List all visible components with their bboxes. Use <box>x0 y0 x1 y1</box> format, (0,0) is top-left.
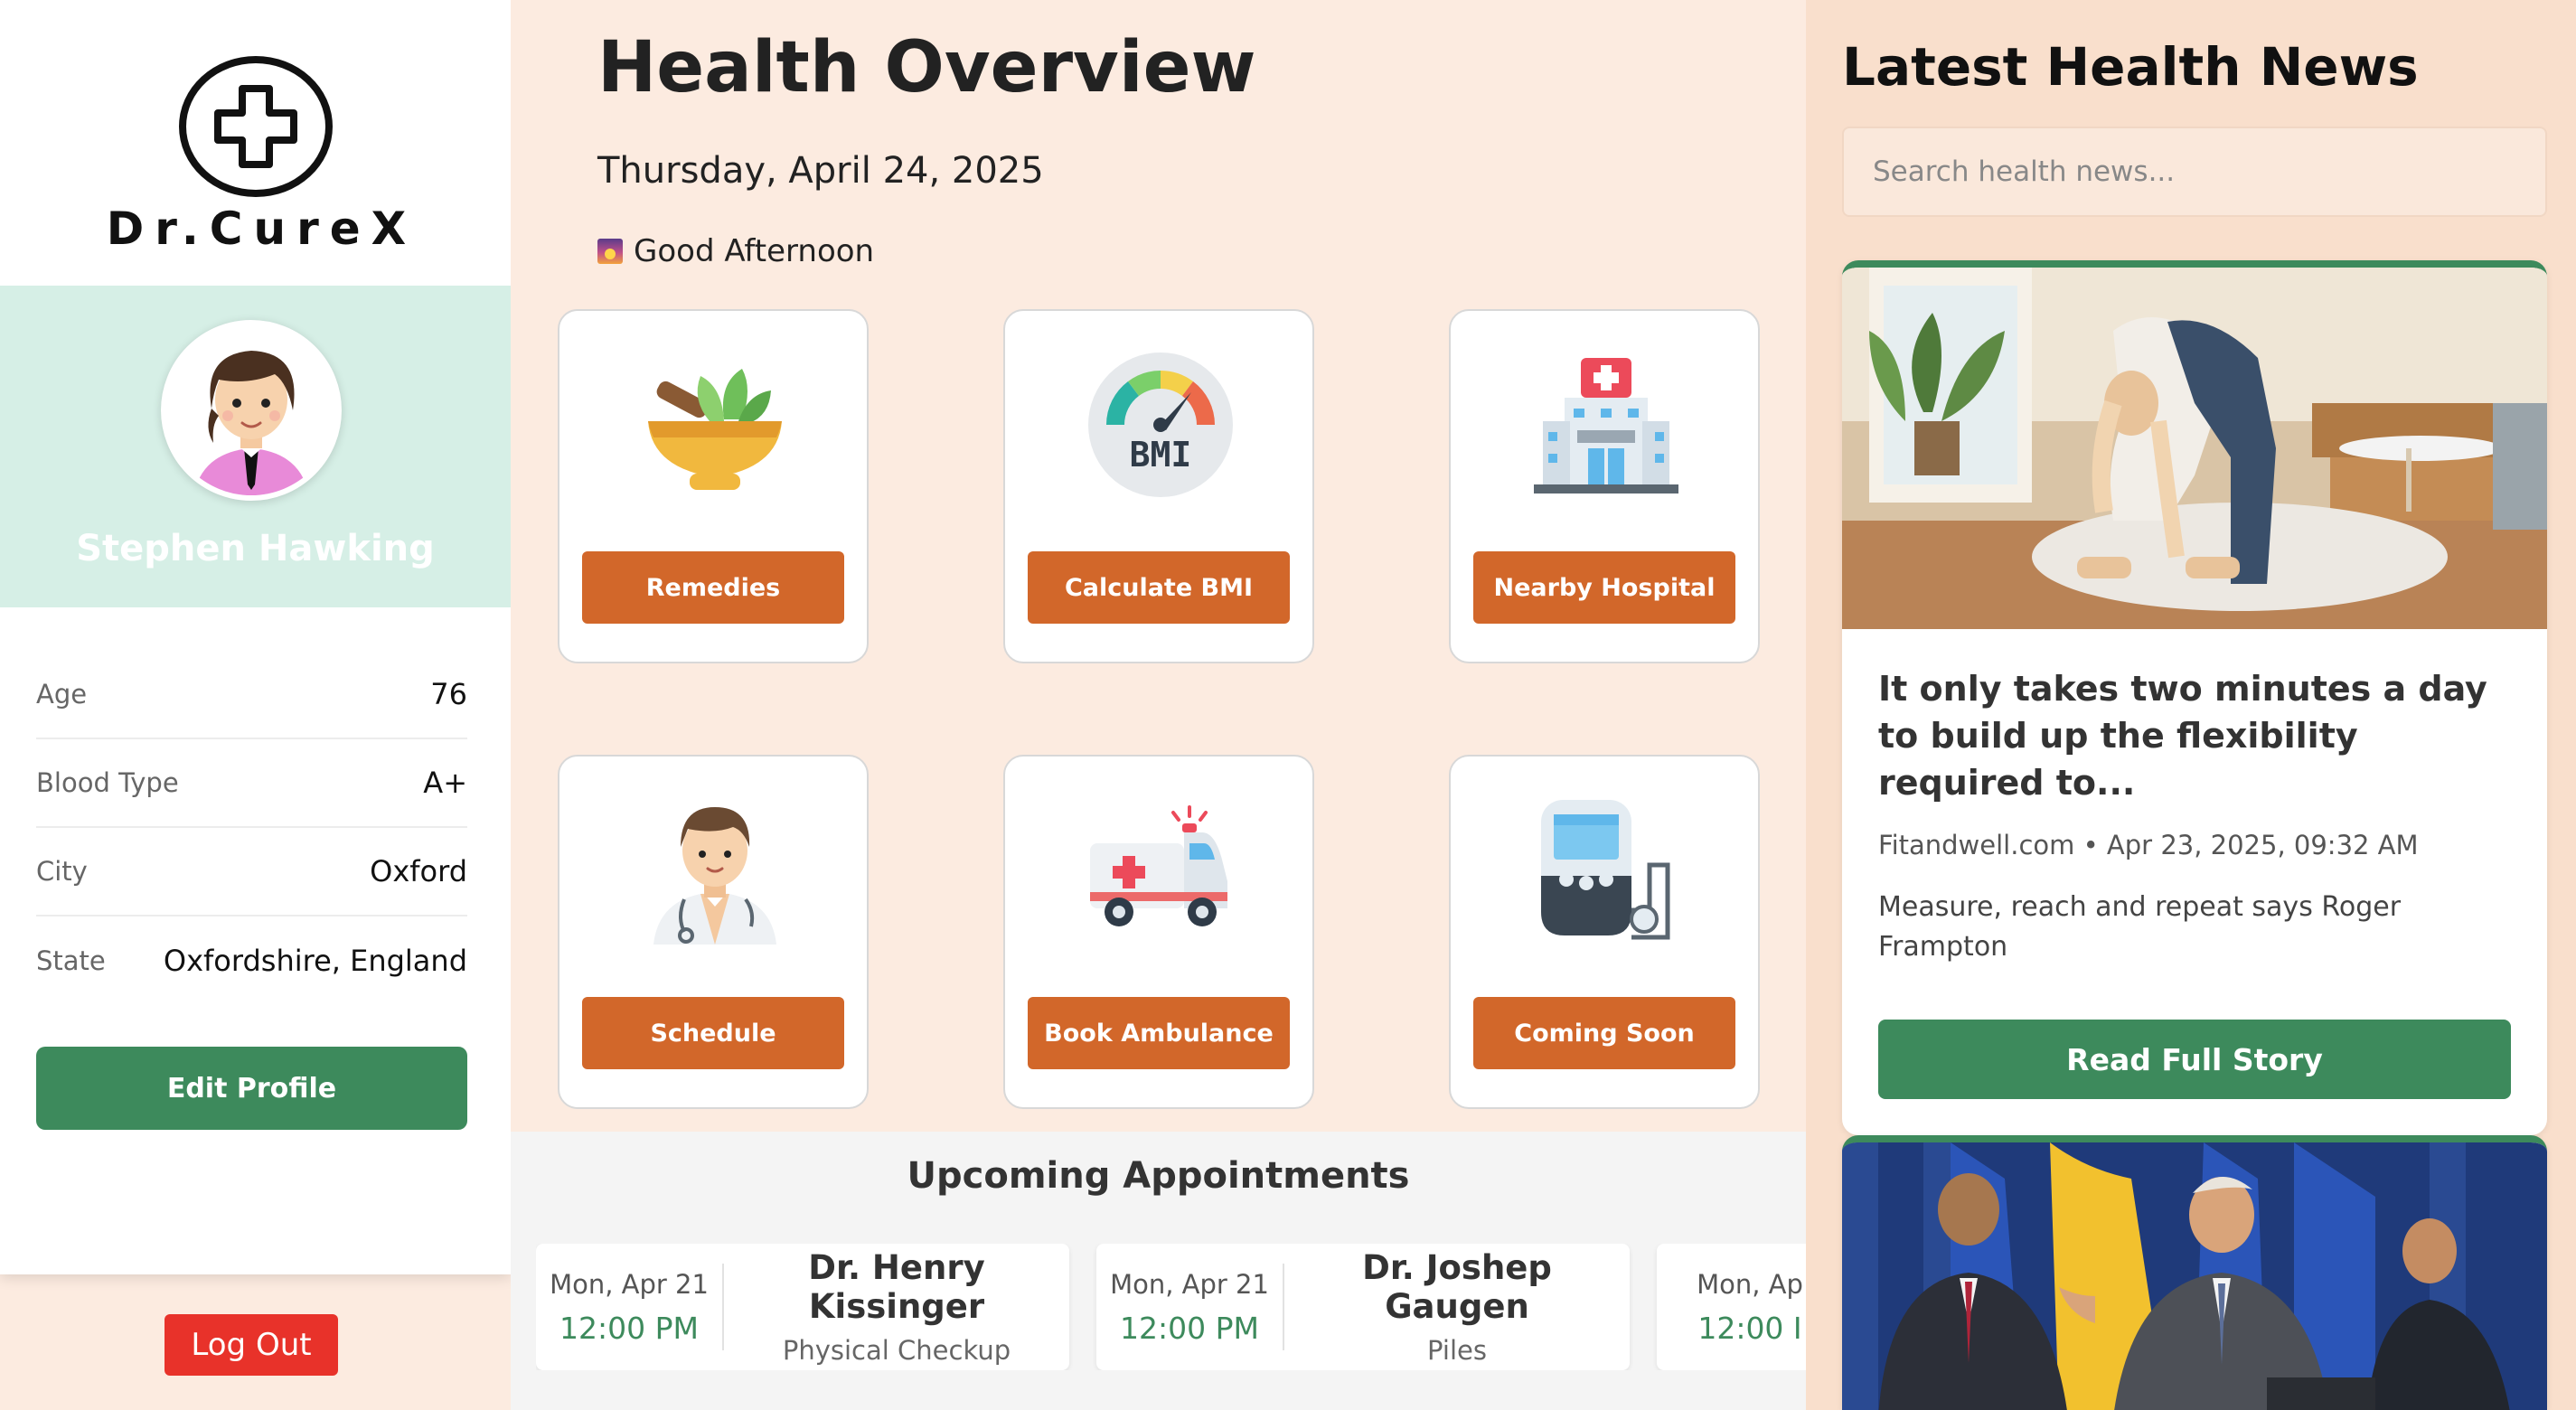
info-row-age: Age 76 <box>36 651 467 739</box>
tile-remedies[interactable]: Remedies <box>558 309 869 663</box>
remedies-button[interactable]: Remedies <box>582 551 844 624</box>
doctor-icon <box>637 793 793 948</box>
appointment-when: Mon, Apr 21 12:00 PM <box>1096 1264 1284 1350</box>
appointment-when: Mon, Ap 12:00 I <box>1657 1264 1806 1350</box>
page-title: Health Overview <box>597 27 1256 108</box>
coming-soon-button[interactable]: Coming Soon <box>1473 997 1735 1069</box>
ambulance-icon <box>1083 793 1238 948</box>
sunset-icon <box>597 239 623 264</box>
news-panel: Latest Health News Search health news...… <box>1806 0 2576 1410</box>
current-date: Thursday, April 24, 2025 <box>597 150 1044 192</box>
tile-nearby-hospital[interactable]: Nearby Hospital <box>1449 309 1760 663</box>
greeting-text: Good Afternoon <box>634 233 875 269</box>
appointment-date: Mon, Apr 21 <box>550 1268 709 1300</box>
tile-bmi[interactable]: BMI Calculate BMI <box>1003 309 1314 663</box>
appointment-details: Dr. Joshep Gaugen Piles <box>1284 1248 1630 1366</box>
profile-name: Stephen Hawking <box>76 528 435 569</box>
medical-cross-icon <box>178 56 333 197</box>
info-value: 76 <box>430 677 467 711</box>
hospital-icon <box>1528 347 1684 503</box>
read-full-story-button[interactable]: Read Full Story <box>1878 1020 2511 1099</box>
sidebar: Dr.CureX Stephen Hawking Age 76 Blood Ty… <box>0 0 511 1274</box>
appointment-time: 12:00 I <box>1697 1310 1802 1346</box>
appointments-carousel[interactable]: Mon, Apr 21 12:00 PM Dr. Henry Kissinger… <box>536 1244 1806 1370</box>
appointment-card[interactable]: Mon, Ap 12:00 I <box>1657 1244 1806 1370</box>
info-row-blood-type: Blood Type A+ <box>36 739 467 828</box>
schedule-button[interactable]: Schedule <box>582 997 844 1069</box>
appointment-time: 12:00 PM <box>559 1310 699 1346</box>
blood-pressure-monitor-icon <box>1528 793 1684 948</box>
tile-coming-soon[interactable]: Coming Soon <box>1449 755 1760 1109</box>
svg-text:BMI: BMI <box>1130 435 1192 475</box>
news-article-body: It only takes two minutes a day to build… <box>1842 629 2547 1135</box>
news-title: Latest Health News <box>1842 36 2419 98</box>
info-label: Blood Type <box>36 767 179 798</box>
appointment-doctor: Dr. Henry Kissinger <box>808 1248 985 1326</box>
news-headline[interactable]: It only takes two minutes a day to build… <box>1878 665 2511 806</box>
info-label: State <box>36 945 106 976</box>
appointment-time: 12:00 PM <box>1120 1310 1259 1346</box>
brand-name: Dr.CureX <box>106 202 418 255</box>
news-article-card[interactable]: It only takes two minutes a day to build… <box>1842 260 2547 1135</box>
profile-info-list: Age 76 Blood Type A+ City Oxford State O… <box>36 651 467 1005</box>
news-search-input[interactable] <box>1842 127 2547 217</box>
info-row-city: City Oxford <box>36 828 467 916</box>
edit-profile-button[interactable]: Edit Profile <box>36 1047 467 1130</box>
mortar-herb-icon <box>637 347 793 503</box>
info-value: Oxfordshire, England <box>163 944 467 978</box>
appointment-details: Dr. Henry Kissinger Physical Checkup <box>724 1248 1069 1366</box>
avatar[interactable] <box>161 320 342 501</box>
logout-button[interactable]: Log Out <box>165 1314 338 1376</box>
brand-logo[interactable]: Dr.CureX <box>0 56 511 255</box>
appointments-title: Upcoming Appointments <box>907 1155 1410 1197</box>
calculate-bmi-button[interactable]: Calculate BMI <box>1028 551 1290 624</box>
info-value: A+ <box>423 766 467 800</box>
greeting: Good Afternoon <box>597 233 874 269</box>
appointment-when: Mon, Apr 21 12:00 PM <box>536 1264 724 1350</box>
appointment-date: Mon, Ap <box>1697 1268 1803 1300</box>
appointment-type: Piles <box>1427 1335 1487 1366</box>
info-row-state: State Oxfordshire, England <box>36 916 467 1005</box>
bmi-gauge-icon: BMI <box>1083 347 1238 503</box>
nearby-hospital-button[interactable]: Nearby Hospital <box>1473 551 1735 624</box>
appointment-doctor: Dr. Joshep Gaugen <box>1362 1248 1552 1326</box>
appointment-type: Physical Checkup <box>782 1335 1011 1366</box>
news-article-image[interactable] <box>1842 1142 2547 1410</box>
appointment-card[interactable]: Mon, Apr 21 12:00 PM Dr. Henry Kissinger… <box>536 1244 1069 1370</box>
info-label: Age <box>36 679 88 710</box>
appointment-date: Mon, Apr 21 <box>1110 1268 1269 1300</box>
news-article-image[interactable] <box>1842 268 2547 629</box>
info-label: City <box>36 856 88 887</box>
profile-card: Stephen Hawking <box>0 286 511 607</box>
book-ambulance-button[interactable]: Book Ambulance <box>1028 997 1290 1069</box>
news-meta: Fitandwell.com • Apr 23, 2025, 09:32 AM <box>1878 830 2419 860</box>
info-value: Oxford <box>370 854 467 888</box>
appointment-card[interactable]: Mon, Apr 21 12:00 PM Dr. Joshep Gaugen P… <box>1096 1244 1630 1370</box>
tile-book-ambulance[interactable]: Book Ambulance <box>1003 755 1314 1109</box>
tile-schedule[interactable]: Schedule <box>558 755 869 1109</box>
health-overview-panel: Health Overview Thursday, April 24, 2025… <box>511 0 1806 1410</box>
news-article-card[interactable] <box>1842 1135 2547 1410</box>
upcoming-appointments: Upcoming Appointments Mon, Apr 21 12:00 … <box>511 1132 1806 1410</box>
news-description: Measure, reach and repeat says Roger Fra… <box>1878 891 2402 963</box>
